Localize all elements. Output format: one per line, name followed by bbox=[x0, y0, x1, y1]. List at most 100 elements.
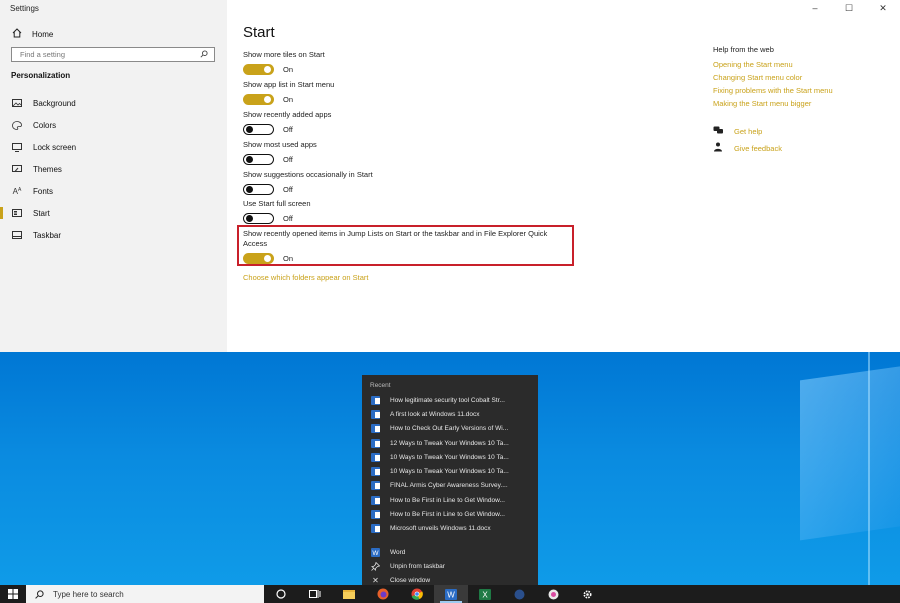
feedback-icon bbox=[713, 142, 724, 154]
svg-text:X: X bbox=[482, 590, 488, 599]
app-icon-2[interactable] bbox=[536, 585, 570, 603]
word-icon[interactable]: W bbox=[434, 585, 468, 603]
highlight-box bbox=[237, 225, 574, 266]
word-doc-icon bbox=[371, 524, 380, 534]
setting-label: Show app list in Start menu bbox=[243, 80, 335, 89]
settings-search-input[interactable]: Find a setting bbox=[11, 47, 215, 62]
close-button[interactable]: ✕ bbox=[866, 0, 900, 16]
page-title: Start bbox=[243, 24, 275, 41]
toggle-state: On bbox=[283, 95, 294, 104]
word-doc-icon bbox=[371, 495, 380, 505]
setting-label: Show most used apps bbox=[243, 140, 317, 149]
toggle-state: On bbox=[283, 65, 294, 74]
jump-list-item-label: 10 Ways to Tweak Your Windows 10 Ta... bbox=[390, 468, 509, 476]
home-icon bbox=[12, 28, 22, 40]
sidebar-item-label: Lock screen bbox=[33, 142, 77, 152]
sidebar-home[interactable]: Home bbox=[12, 28, 53, 40]
file-explorer-icon[interactable] bbox=[332, 585, 366, 603]
give-feedback-label: Give feedback bbox=[734, 143, 782, 153]
help-link[interactable]: Making the Start menu bigger bbox=[713, 99, 893, 108]
sidebar-item-taskbar[interactable]: Taskbar bbox=[0, 226, 227, 244]
jump-list-action-label: Unpin from taskbar bbox=[390, 562, 445, 570]
give-feedback-link[interactable]: Give feedback bbox=[713, 142, 893, 154]
choose-folders-link[interactable]: Choose which folders appear on Start bbox=[243, 273, 369, 282]
taskbar: Type here to search W X bbox=[0, 585, 900, 603]
search-icon bbox=[200, 50, 208, 60]
taskbar-search-box[interactable]: Type here to search bbox=[26, 585, 264, 603]
jump-list-item[interactable]: FINAL Armis Cyber Awareness Survey.... bbox=[362, 479, 538, 493]
jump-list-item[interactable]: 10 Ways to Tweak Your Windows 10 Ta... bbox=[362, 464, 538, 478]
svg-text:W: W bbox=[447, 590, 455, 599]
sidebar-item-start[interactable]: Start bbox=[0, 204, 227, 222]
search-icon bbox=[35, 589, 44, 599]
help-link[interactable]: Opening the Start menu bbox=[713, 60, 893, 69]
jump-list-open-word[interactable]: W Word bbox=[362, 545, 538, 559]
word-doc-icon bbox=[371, 395, 380, 405]
setting-label: Show suggestions occasionally in Start bbox=[243, 170, 373, 179]
setting-app-list: Show app list in Start menu On bbox=[243, 80, 573, 105]
setting-recently-added: Show recently added apps Off bbox=[243, 110, 573, 135]
start-button[interactable] bbox=[0, 585, 26, 603]
sidebar-item-label: Colors bbox=[33, 120, 57, 130]
taskbar-search-placeholder: Type here to search bbox=[53, 589, 124, 599]
cortana-icon[interactable] bbox=[264, 585, 298, 603]
toggle-switch[interactable] bbox=[243, 154, 274, 165]
taskbar-icon bbox=[11, 231, 23, 239]
help-link[interactable]: Changing Start menu color bbox=[713, 73, 893, 82]
word-doc-icon bbox=[371, 481, 380, 491]
jump-list: Recent How legitimate security tool Coba… bbox=[362, 375, 538, 585]
toggle-switch[interactable] bbox=[243, 184, 274, 195]
start-icon bbox=[11, 209, 23, 217]
jump-list-item[interactable]: 12 Ways to Tweak Your Windows 10 Ta... bbox=[362, 436, 538, 450]
svg-text:W: W bbox=[372, 550, 379, 557]
jump-list-unpin[interactable]: Unpin from taskbar bbox=[362, 559, 538, 573]
jump-list-item[interactable]: Microsoft unveils Windows 11.docx bbox=[362, 522, 538, 536]
jump-list-item-label: How legitimate security tool Cobalt Str.… bbox=[390, 396, 505, 404]
toggle-state: Off bbox=[283, 214, 293, 223]
section-title: Personalization bbox=[11, 71, 71, 80]
setting-label: Show more tiles on Start bbox=[243, 50, 325, 59]
get-help-link[interactable]: Get help bbox=[713, 126, 893, 137]
chrome-icon[interactable] bbox=[400, 585, 434, 603]
jump-list-item[interactable]: 10 Ways to Tweak Your Windows 10 Ta... bbox=[362, 450, 538, 464]
word-doc-icon bbox=[371, 424, 380, 434]
settings-icon[interactable] bbox=[570, 585, 604, 603]
jump-list-action-label: Word bbox=[390, 548, 406, 556]
setting-suggestions: Show suggestions occasionally in Start O… bbox=[243, 170, 573, 195]
help-link[interactable]: Fixing problems with the Start menu bbox=[713, 86, 893, 95]
sidebar-item-themes[interactable]: Themes bbox=[0, 160, 227, 178]
app-icon[interactable] bbox=[502, 585, 536, 603]
sidebar-item-colors[interactable]: Colors bbox=[0, 116, 227, 134]
firefox-icon[interactable] bbox=[366, 585, 400, 603]
jump-list-item-label: 12 Ways to Tweak Your Windows 10 Ta... bbox=[390, 439, 509, 447]
sidebar-item-lock-screen[interactable]: Lock screen bbox=[0, 138, 227, 156]
toggle-switch[interactable] bbox=[243, 124, 274, 135]
minimize-button[interactable]: – bbox=[798, 0, 832, 16]
maximize-button[interactable]: ☐ bbox=[832, 0, 866, 16]
unpin-icon bbox=[371, 561, 380, 571]
monitor-icon bbox=[11, 142, 23, 152]
jump-list-item[interactable]: How legitimate security tool Cobalt Str.… bbox=[362, 393, 538, 407]
word-doc-icon bbox=[371, 467, 380, 477]
sidebar-item-background[interactable]: Background bbox=[0, 94, 227, 112]
jump-list-item-label: How to Check Out Early Versions of Wi... bbox=[390, 425, 509, 433]
excel-icon[interactable]: X bbox=[468, 585, 502, 603]
jump-list-item-label: How to Be First in Line to Get Window... bbox=[390, 496, 505, 504]
jump-list-item[interactable]: How to Be First in Line to Get Window... bbox=[362, 493, 538, 507]
jump-list-item[interactable]: A first look at Windows 11.docx bbox=[362, 407, 538, 421]
setting-full-screen: Use Start full screen Off bbox=[243, 199, 573, 224]
toggle-switch[interactable] bbox=[243, 64, 274, 75]
help-panel: Help from the web Opening the Start menu… bbox=[713, 45, 893, 159]
toggle-switch[interactable] bbox=[243, 94, 274, 105]
task-view-icon[interactable] bbox=[298, 585, 332, 603]
jump-list-item[interactable]: How to Check Out Early Versions of Wi... bbox=[362, 422, 538, 436]
word-icon: W bbox=[371, 547, 380, 557]
toggle-state: Off bbox=[283, 155, 293, 164]
wallpaper-line bbox=[868, 352, 870, 585]
sidebar: Settings Home Find a setting Personaliza… bbox=[0, 0, 227, 352]
sidebar-item-label: Start bbox=[33, 208, 50, 218]
toggle-switch[interactable] bbox=[243, 213, 274, 224]
sidebar-item-fonts[interactable]: AA Fonts bbox=[0, 182, 227, 200]
window-title: Settings bbox=[10, 4, 39, 13]
jump-list-item[interactable]: How to Be First in Line to Get Window... bbox=[362, 507, 538, 521]
